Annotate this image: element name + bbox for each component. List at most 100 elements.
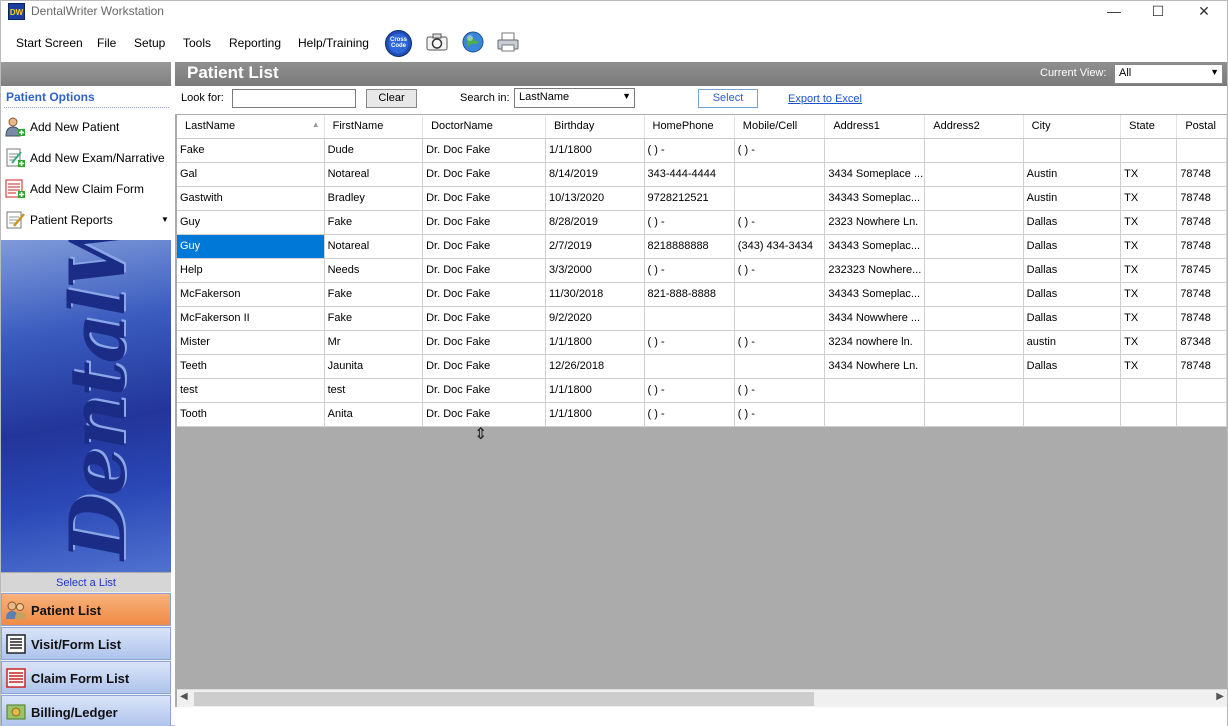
table-cell[interactable]: 1/1/1800 — [545, 330, 645, 355]
table-cell[interactable]: 87348 — [1176, 330, 1227, 355]
table-cell[interactable]: 232323 Nowhere... — [824, 258, 926, 283]
table-cell[interactable] — [824, 138, 926, 163]
table-cell[interactable]: Dr. Doc Fake — [422, 402, 547, 427]
table-cell[interactable]: 821-888-8888 — [644, 282, 735, 307]
table-cell[interactable]: Dallas — [1023, 354, 1122, 379]
table-cell[interactable]: (343) 434-3434 — [734, 234, 826, 259]
table-cell[interactable]: 1/1/1800 — [545, 138, 645, 163]
table-cell[interactable]: 34343 Someplac... — [824, 282, 926, 307]
patient-list-button[interactable]: Patient List — [1, 593, 171, 626]
table-cell[interactable]: 78748 — [1176, 306, 1227, 331]
table-row[interactable]: test test Dr. Doc Fake 1/1/1800( ) -( ) - — [177, 378, 1227, 403]
table-cell[interactable]: ( ) - — [734, 210, 826, 235]
table-cell[interactable]: Dr. Doc Fake — [422, 210, 547, 235]
table-cell[interactable]: McFakerson II — [177, 306, 325, 331]
table-cell[interactable]: 1/1/1800 — [545, 378, 645, 403]
table-cell[interactable]: TX — [1120, 354, 1178, 379]
column-header-mobile[interactable]: Mobile/Cell — [734, 115, 826, 139]
table-cell[interactable] — [734, 354, 826, 379]
table-cell[interactable]: ( ) - — [734, 138, 826, 163]
add-new-patient-option[interactable]: Add New Patient — [1, 114, 171, 142]
patient-reports-option[interactable]: Patient Reports ▼ — [1, 207, 171, 235]
menu-reporting[interactable]: Reporting — [229, 36, 281, 50]
column-header-homephone[interactable]: HomePhone — [644, 115, 735, 139]
table-cell[interactable]: TX — [1120, 234, 1178, 259]
table-cell[interactable] — [1120, 138, 1178, 163]
table-cell[interactable]: 78745 — [1176, 258, 1227, 283]
table-cell[interactable]: Guy — [177, 210, 325, 235]
table-cell[interactable]: Dallas — [1023, 258, 1122, 283]
table-row[interactable]: Fake Dude Dr. Doc Fake 1/1/1800( ) -( ) - — [177, 138, 1227, 163]
table-row[interactable]: McFakerson II Fake Dr. Doc Fake 9/2/2020 343… — [177, 306, 1227, 331]
column-header-firstname[interactable]: FirstName — [324, 115, 424, 139]
table-row[interactable]: Guy Notareal Dr. Doc Fake 2/7/2019 821888888… — [177, 234, 1227, 259]
cross-code-icon[interactable]: Cross Code — [385, 30, 412, 57]
table-cell[interactable] — [734, 282, 826, 307]
table-cell[interactable]: ( ) - — [644, 138, 735, 163]
table-cell[interactable]: Austin — [1023, 186, 1122, 211]
table-cell[interactable]: Mr — [324, 330, 424, 355]
look-for-input[interactable] — [232, 89, 356, 108]
table-cell[interactable]: 10/13/2020 — [545, 186, 645, 211]
printer-icon[interactable] — [496, 30, 522, 56]
add-new-exam-option[interactable]: Add New Exam/Narrative — [1, 145, 171, 173]
table-cell[interactable]: Dr. Doc Fake — [422, 378, 547, 403]
table-cell[interactable] — [1023, 378, 1122, 403]
table-cell[interactable] — [924, 162, 1024, 187]
table-row[interactable]: Gastwith Bradley Dr. Doc Fake 10/13/2020 972… — [177, 186, 1227, 211]
table-cell[interactable] — [924, 186, 1024, 211]
menu-file[interactable]: File — [97, 36, 116, 50]
column-header-address1[interactable]: Address1 — [824, 115, 926, 139]
table-cell[interactable]: Dr. Doc Fake — [422, 330, 547, 355]
table-cell[interactable]: TX — [1120, 306, 1178, 331]
select-button[interactable]: Select — [698, 89, 758, 108]
menu-setup[interactable]: Setup — [134, 36, 165, 50]
search-in-select[interactable]: LastName ▼ — [514, 88, 635, 108]
table-row[interactable]: Mister Mr Dr. Doc Fake 1/1/1800( ) -( ) -32… — [177, 330, 1227, 355]
table-cell[interactable]: 9728212521 — [644, 186, 735, 211]
table-cell[interactable]: Anita — [324, 402, 424, 427]
table-cell[interactable]: 78748 — [1176, 210, 1227, 235]
minimize-button[interactable]: — — [1091, 1, 1137, 23]
table-cell[interactable]: Mister — [177, 330, 325, 355]
table-cell[interactable]: TX — [1120, 258, 1178, 283]
export-to-excel-link[interactable]: Export to Excel — [788, 93, 862, 105]
current-view-select[interactable]: All ▼ — [1114, 64, 1223, 84]
table-cell[interactable] — [924, 330, 1024, 355]
table-cell[interactable]: ( ) - — [734, 402, 826, 427]
table-cell[interactable]: 343-444-4444 — [644, 162, 735, 187]
table-cell[interactable] — [734, 186, 826, 211]
table-cell[interactable] — [1023, 402, 1122, 427]
column-header-doctorname[interactable]: DoctorName — [422, 115, 547, 139]
scroll-left-icon[interactable]: ◀ — [180, 691, 188, 702]
table-cell[interactable]: ( ) - — [644, 330, 735, 355]
table-cell[interactable]: 78748 — [1176, 162, 1227, 187]
table-cell[interactable]: Dude — [324, 138, 424, 163]
scroll-right-icon[interactable]: ▶ — [1216, 691, 1224, 702]
table-cell[interactable] — [1176, 378, 1227, 403]
table-cell[interactable]: Dallas — [1023, 306, 1122, 331]
table-cell[interactable]: 2/7/2019 — [545, 234, 645, 259]
table-cell[interactable]: Gal — [177, 162, 325, 187]
table-cell[interactable] — [924, 138, 1024, 163]
column-header-birthday[interactable]: Birthday — [545, 115, 645, 139]
table-cell[interactable]: Bradley — [324, 186, 424, 211]
table-cell[interactable]: 8/28/2019 — [545, 210, 645, 235]
table-cell[interactable]: 2323 Nowhere Ln. — [824, 210, 926, 235]
table-cell[interactable]: 78748 — [1176, 282, 1227, 307]
table-cell[interactable]: 1/1/1800 — [545, 402, 645, 427]
table-cell[interactable]: Gastwith — [177, 186, 325, 211]
table-cell[interactable]: ( ) - — [734, 258, 826, 283]
menu-help-training[interactable]: Help/Training — [298, 36, 369, 50]
table-cell[interactable] — [1120, 402, 1178, 427]
add-new-claim-form-option[interactable]: Add New Claim Form — [1, 176, 171, 204]
table-cell[interactable] — [924, 282, 1024, 307]
table-cell[interactable]: austin — [1023, 330, 1122, 355]
column-header-city[interactable]: City — [1023, 115, 1122, 139]
table-cell[interactable]: 8218888888 — [644, 234, 735, 259]
table-cell[interactable]: TX — [1120, 210, 1178, 235]
table-row[interactable]: Guy Fake Dr. Doc Fake 8/28/2019( ) -( ) -23… — [177, 210, 1227, 235]
maximize-button[interactable]: ☐ — [1135, 1, 1181, 23]
table-cell[interactable]: 11/30/2018 — [545, 282, 645, 307]
table-cell[interactable]: 3234 nowhere ln. — [824, 330, 926, 355]
